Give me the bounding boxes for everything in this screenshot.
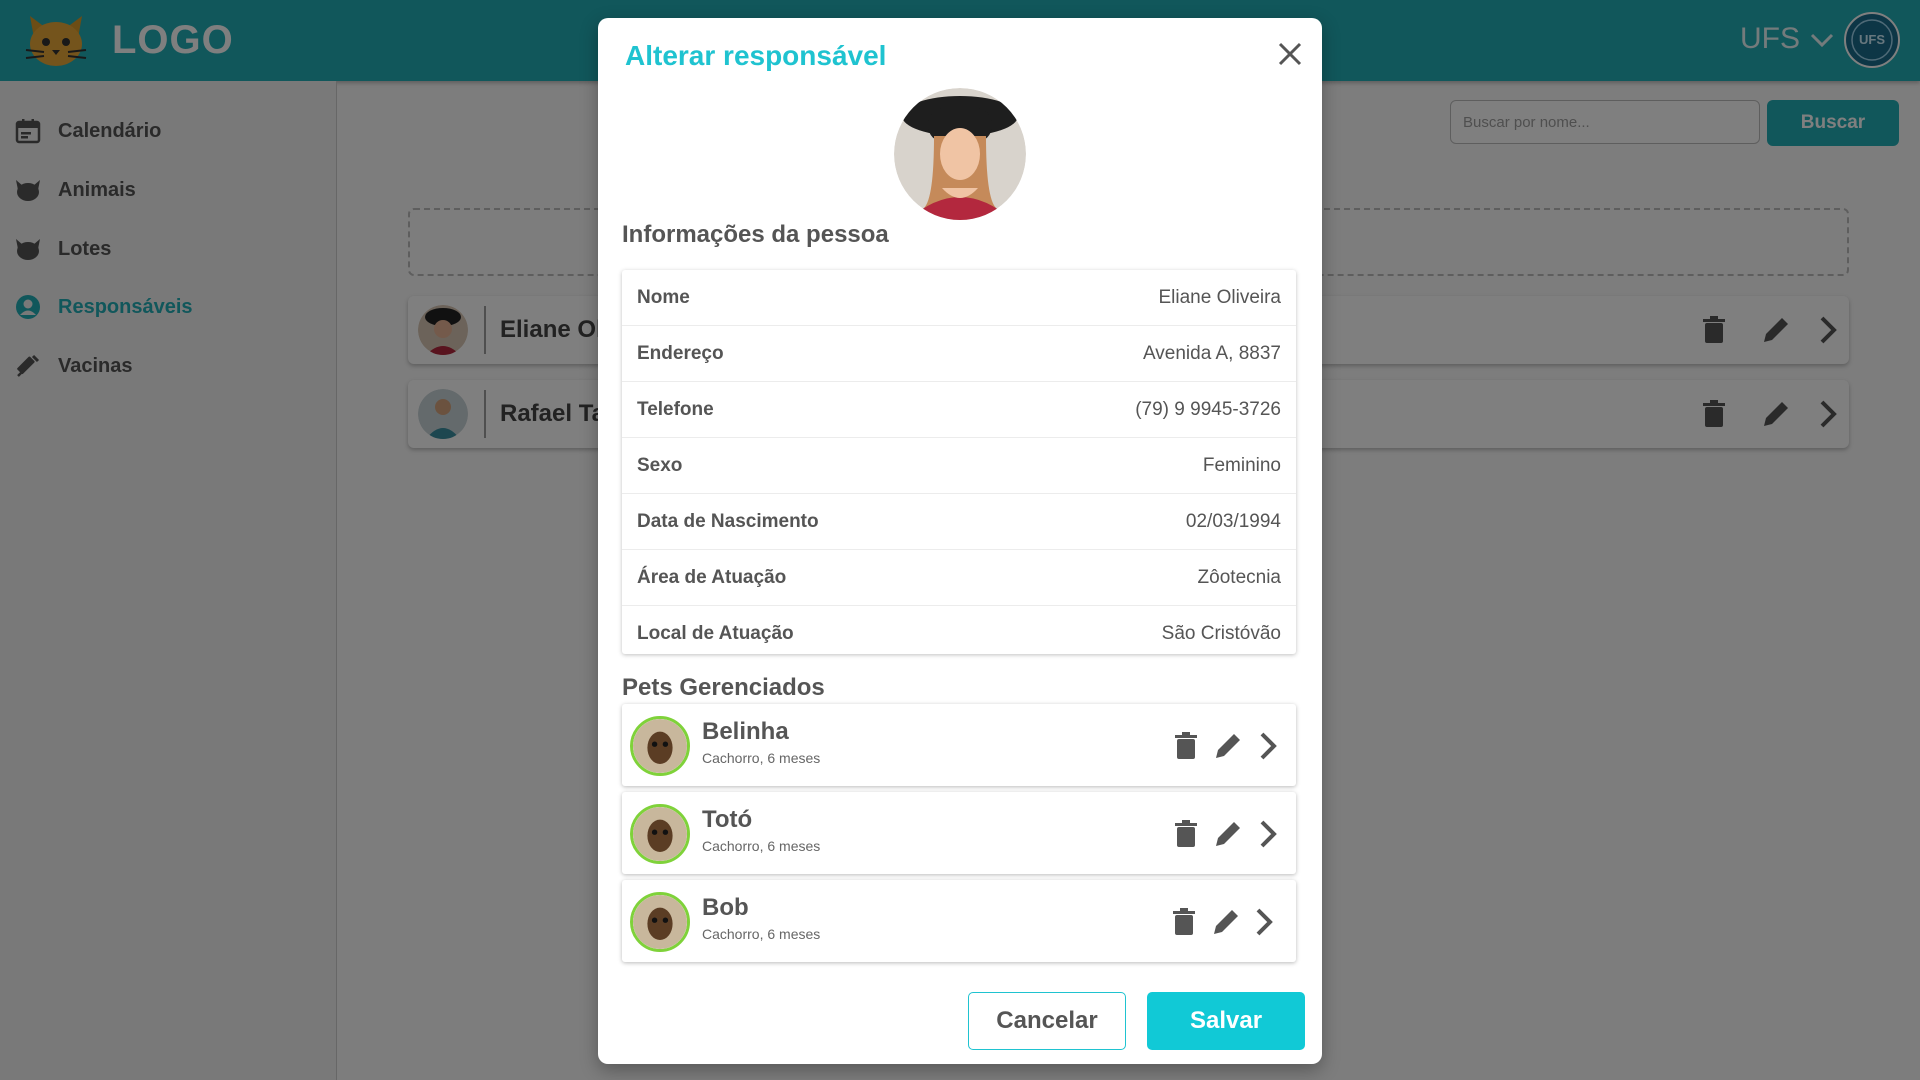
info-value: São Cristóvão [1161, 622, 1281, 644]
save-button[interactable]: Salvar [1147, 992, 1305, 1050]
pet-avatar [630, 804, 690, 864]
info-label: Data de Nascimento [637, 510, 819, 532]
info-row-data-nascimento: Data de Nascimento 02/03/1994 [622, 494, 1296, 550]
info-row-telefone: Telefone (79) 9 9945-3726 [622, 382, 1296, 438]
info-label: Nome [637, 286, 690, 308]
person-info-card: Nome Eliane Oliveira Endereço Avenida A,… [622, 270, 1296, 654]
cancel-button[interactable]: Cancelar [968, 992, 1126, 1050]
section-title-info: Informações da pessoa [622, 221, 889, 248]
info-row-local-atuacao: Local de Atuação São Cristóvão [622, 606, 1296, 661]
info-label: Sexo [637, 454, 683, 476]
info-label: Área de Atuação [637, 566, 787, 588]
info-label: Telefone [637, 398, 714, 420]
info-label: Endereço [637, 342, 724, 364]
profile-photo [894, 88, 1026, 220]
pet-card[interactable]: Bob Cachorro, 6 meses [622, 880, 1296, 962]
info-row-nome: Nome Eliane Oliveira [622, 270, 1296, 326]
pet-card[interactable]: Belinha Cachorro, 6 meses [622, 704, 1296, 786]
section-title-pets: Pets Gerenciados [622, 674, 825, 701]
info-row-area-atuacao: Área de Atuação Zôotecnia [622, 550, 1296, 606]
pencil-icon[interactable] [1210, 906, 1242, 938]
pet-card[interactable]: Totó Cachorro, 6 meses [622, 792, 1296, 874]
pet-name: Belinha [702, 718, 789, 745]
info-value: Zôotecnia [1197, 566, 1281, 588]
edit-responsible-modal: Alterar responsável Informações da pesso… [598, 18, 1322, 1064]
info-row-sexo: Sexo Feminino [622, 438, 1296, 494]
info-value: (79) 9 9945-3726 [1135, 398, 1281, 420]
pet-avatar [630, 716, 690, 776]
pet-description: Cachorro, 6 meses [702, 926, 821, 942]
info-value: Feminino [1202, 454, 1281, 476]
info-label: Local de Atuação [637, 622, 794, 644]
chevron-right-icon[interactable] [1252, 818, 1284, 850]
trash-icon[interactable] [1170, 730, 1202, 762]
info-value: 02/03/1994 [1185, 510, 1281, 532]
info-value: Avenida A, 8837 [1142, 342, 1281, 364]
pencil-icon[interactable] [1212, 730, 1244, 762]
pet-name: Totó [702, 806, 753, 833]
pet-description: Cachorro, 6 meses [702, 750, 821, 766]
chevron-right-icon[interactable] [1252, 730, 1284, 762]
info-value: Eliane Oliveira [1158, 286, 1282, 308]
pet-description: Cachorro, 6 meses [702, 838, 821, 854]
info-row-endereco: Endereço Avenida A, 8837 [622, 326, 1296, 382]
pet-name: Bob [702, 894, 749, 921]
pet-avatar [630, 892, 690, 952]
trash-icon[interactable] [1168, 906, 1200, 938]
chevron-right-icon[interactable] [1248, 906, 1280, 938]
modal-title: Alterar responsável [625, 40, 887, 71]
pencil-icon[interactable] [1212, 818, 1244, 850]
trash-icon[interactable] [1170, 818, 1202, 850]
close-icon[interactable] [1274, 38, 1306, 70]
